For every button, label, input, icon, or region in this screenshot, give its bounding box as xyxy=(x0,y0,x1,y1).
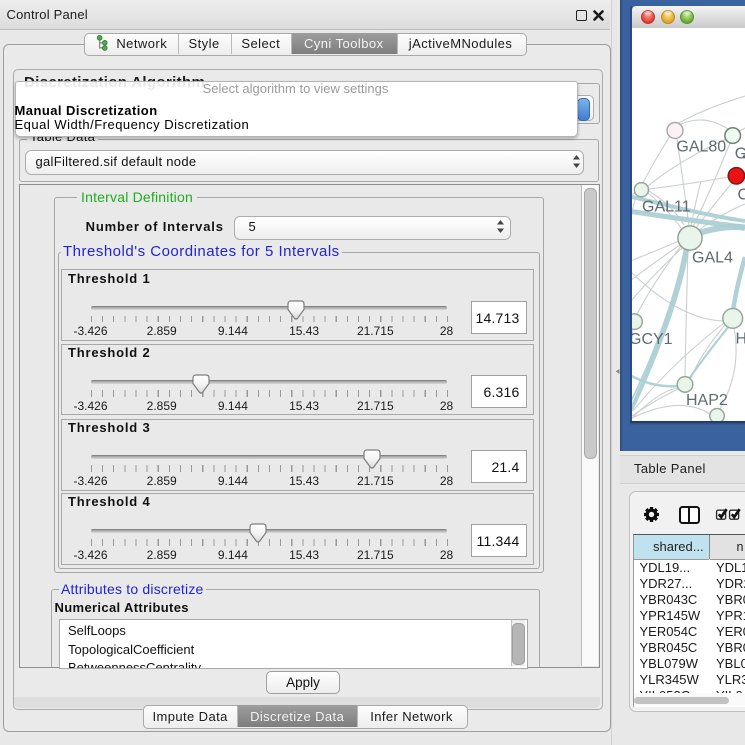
svg-text:HAP2: HAP2 xyxy=(686,392,728,409)
svg-text:GAL11: GAL11 xyxy=(642,199,691,216)
svg-text:C: C xyxy=(738,187,745,204)
svg-text:GCY1: GCY1 xyxy=(632,331,673,348)
svg-text:GAL4: GAL4 xyxy=(692,250,733,267)
svg-text:G: G xyxy=(735,146,745,163)
svg-text:HI: HI xyxy=(736,331,745,348)
svg-text:GAL80: GAL80 xyxy=(676,139,726,156)
